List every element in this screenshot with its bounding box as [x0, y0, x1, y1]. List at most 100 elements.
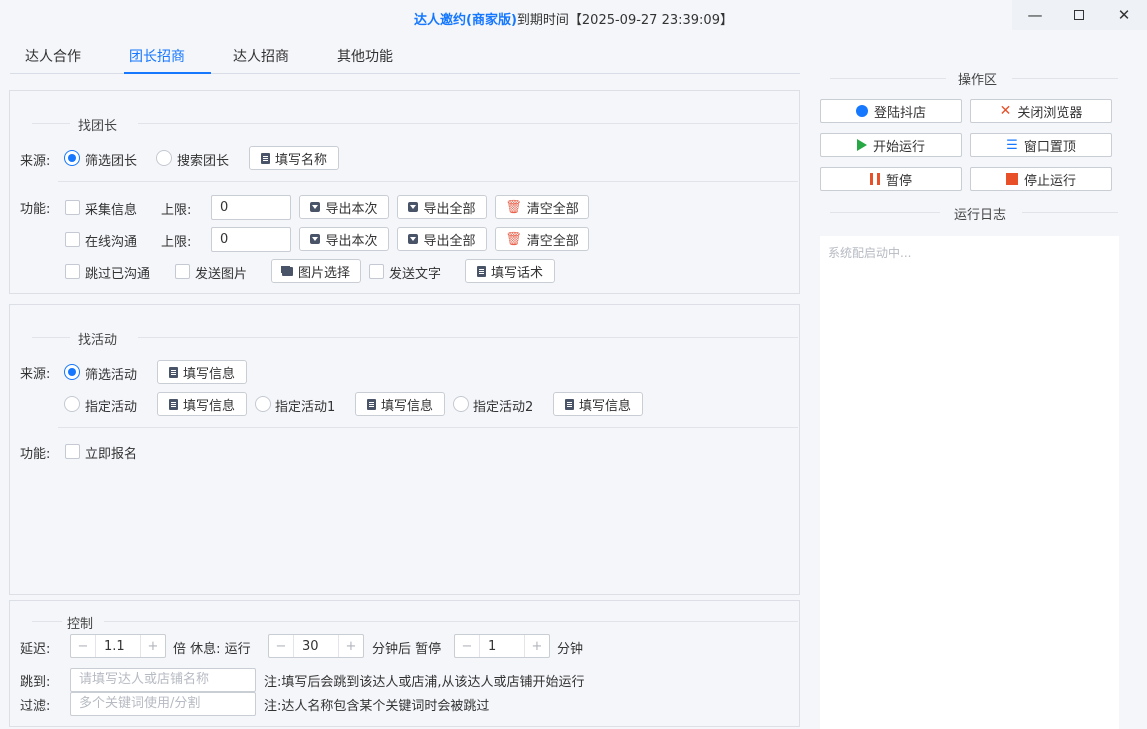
operation-title: 操作区	[958, 73, 998, 88]
pause-icon	[869, 173, 880, 185]
filter-input[interactable]: 多个关键词使用/分割	[70, 692, 256, 716]
signup-now-label: 立即报名	[85, 447, 138, 462]
find-leader-title: 找团长	[78, 119, 118, 134]
rest-run-label: 倍 休息: 运行	[173, 642, 251, 657]
download-icon	[408, 234, 419, 244]
close-browser-button[interactable]: ✕ 关闭浏览器	[970, 99, 1112, 123]
leader-function-label: 功能:	[20, 202, 51, 217]
chat-limit-input[interactable]: 0	[211, 227, 291, 252]
delay-stepper[interactable]: −1.1 +	[70, 634, 166, 658]
filter-label: 过滤:	[20, 699, 51, 714]
maximize-button[interactable]	[1056, 0, 1102, 30]
tab-expert-cooperation[interactable]: 达人合作	[25, 46, 81, 66]
collect-limit-input[interactable]: 0	[211, 195, 291, 220]
send-image-checkbox[interactable]	[175, 264, 190, 279]
document-icon	[366, 398, 376, 410]
online-chat-label: 在线沟通	[85, 235, 138, 250]
find-activity-panel: 找活动 来源: 筛选活动 填写信息 指定活动 填写信息 指定活动1 填写信息 指…	[9, 304, 800, 595]
export-all-button-2[interactable]: 导出全部	[397, 227, 487, 251]
stop-icon	[1005, 173, 1018, 185]
plus-icon[interactable]: +	[141, 635, 165, 657]
radio-search-leader[interactable]	[156, 150, 172, 166]
run-log-area[interactable]: 系统配启动中...	[820, 236, 1119, 729]
export-current-button[interactable]: 导出本次	[299, 195, 389, 219]
download-icon	[310, 202, 321, 212]
send-image-label: 发送图片	[195, 267, 248, 282]
pause-minutes-stepper[interactable]: −1 +	[454, 634, 550, 658]
run-log-text: 系统配启动中...	[828, 246, 912, 260]
document-icon	[476, 265, 486, 277]
close-icon: ✕	[999, 103, 1012, 119]
skip-chatted-checkbox[interactable]	[65, 264, 80, 279]
fill-info-button-specify-1[interactable]: 填写信息	[355, 392, 445, 416]
trash-icon: 🗑	[505, 231, 522, 247]
fill-info-button-specify[interactable]: 填写信息	[157, 392, 247, 416]
delay-value[interactable]: 1.1	[95, 635, 141, 657]
login-douyin-button[interactable]: 登陆抖店	[820, 99, 962, 123]
fill-info-button-filter[interactable]: 填写信息	[157, 360, 247, 384]
radio-specify-activity-2[interactable]	[453, 396, 469, 412]
download-icon	[310, 234, 321, 244]
minimize-icon: —	[1027, 6, 1043, 24]
app-name: 达人邀约(商家版)	[414, 13, 517, 28]
active-tab-indicator	[124, 72, 211, 74]
fill-info-button-specify-2[interactable]: 填写信息	[553, 392, 643, 416]
window-title: 达人邀约(商家版)到期时间【2025-09-27 23:39:09】	[0, 9, 1147, 28]
activity-function-label: 功能:	[20, 447, 51, 462]
fill-script-button[interactable]: 填写话术	[465, 259, 555, 283]
run-minutes-stepper[interactable]: −30 +	[268, 634, 364, 658]
document-icon	[260, 152, 270, 164]
clear-all-button[interactable]: 🗑 清空全部	[495, 195, 589, 219]
start-run-button[interactable]: 开始运行	[820, 133, 962, 157]
compass-icon	[855, 105, 868, 117]
radio-filter-leader[interactable]	[64, 150, 80, 166]
close-window-button[interactable]: ✕	[1101, 0, 1147, 30]
document-icon	[168, 366, 178, 378]
activity-source-label: 来源:	[20, 367, 51, 382]
document-icon	[564, 398, 574, 410]
tab-other-functions[interactable]: 其他功能	[337, 46, 393, 66]
plus-icon[interactable]: +	[525, 635, 549, 657]
close-icon: ✕	[1117, 6, 1131, 24]
maximize-icon	[1074, 10, 1084, 20]
radio-filter-leader-label: 筛选团长	[85, 154, 138, 169]
run-minutes-value[interactable]: 30	[293, 635, 339, 657]
jump-input[interactable]: 请填写达人或店铺名称	[70, 668, 256, 692]
control-title: 控制	[67, 617, 94, 632]
collect-info-checkbox[interactable]	[65, 200, 80, 215]
export-current-button-2[interactable]: 导出本次	[299, 227, 389, 251]
main-tabs: 达人合作 团长招商 达人招商 其他功能	[10, 38, 800, 74]
export-all-button[interactable]: 导出全部	[397, 195, 487, 219]
minus-icon[interactable]: −	[269, 635, 293, 657]
send-text-checkbox[interactable]	[369, 264, 384, 279]
online-chat-checkbox[interactable]	[65, 232, 80, 247]
stop-run-button[interactable]: 停止运行	[970, 167, 1112, 191]
radio-specify-activity-1[interactable]	[255, 396, 271, 412]
clear-all-button-2[interactable]: 🗑 清空全部	[495, 227, 589, 251]
radio-specify-activity[interactable]	[64, 396, 80, 412]
radio-specify-activity-2-label: 指定活动2	[473, 400, 534, 415]
plus-icon[interactable]: +	[339, 635, 363, 657]
download-icon	[408, 202, 419, 212]
minimize-button[interactable]: —	[1012, 0, 1058, 30]
control-panel: 控制 延迟: −1.1 + 倍 休息: 运行 −30 + 分钟后 暂停 −1 + 分钟…	[9, 600, 800, 727]
image-icon	[281, 266, 293, 276]
minus-icon[interactable]: −	[71, 635, 95, 657]
find-activity-title: 找活动	[78, 333, 118, 348]
radio-filter-activity-label: 筛选活动	[85, 368, 138, 383]
collect-limit-label: 上限:	[161, 203, 192, 218]
jump-note: 注:填写后会跳到该达人或店浦,从该达人或店铺开始运行	[264, 675, 585, 690]
pause-minutes-value[interactable]: 1	[479, 635, 525, 657]
pin-window-button[interactable]: ☰ 窗口置顶	[970, 133, 1112, 157]
leader-source-label: 来源:	[20, 154, 51, 169]
send-text-label: 发送文字	[389, 267, 442, 282]
pause-button[interactable]: 暂停	[820, 167, 962, 191]
choose-image-button[interactable]: 图片选择	[271, 259, 361, 283]
tab-expert-recruit[interactable]: 达人招商	[233, 46, 289, 66]
find-leader-panel: 找团长 来源: 筛选团长 搜索团长 填写名称 功能: 采集信息 上限: 0 导出…	[9, 90, 800, 294]
fill-name-button[interactable]: 填写名称	[249, 146, 339, 170]
tab-leader-recruit[interactable]: 团长招商	[129, 46, 185, 66]
radio-filter-activity[interactable]	[64, 364, 80, 380]
signup-now-checkbox[interactable]	[65, 444, 80, 459]
minus-icon[interactable]: −	[455, 635, 479, 657]
